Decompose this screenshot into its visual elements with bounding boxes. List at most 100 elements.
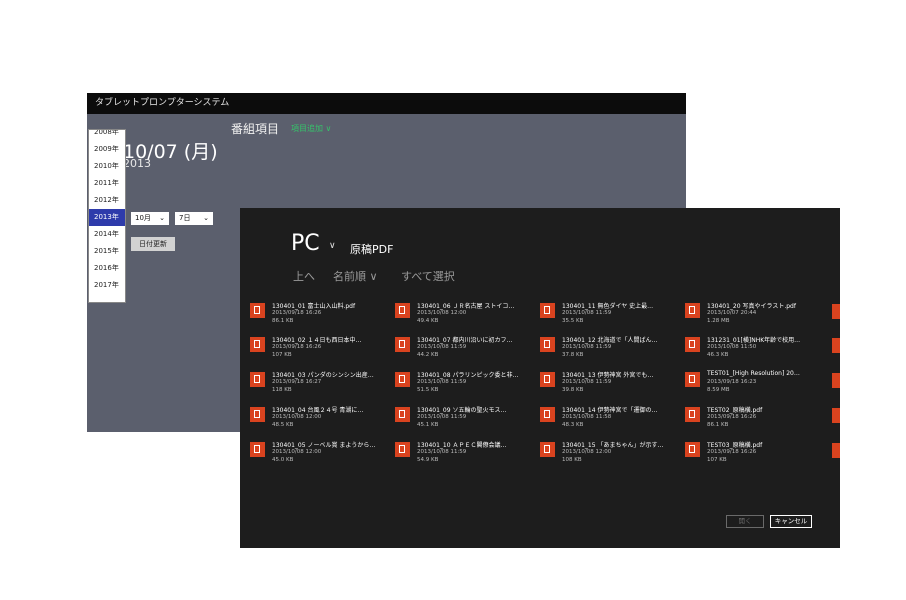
file-item[interactable]: 130401_06 ＪＲ名古屋 ストイコ… 2013/10/08 12:00 49.… [395, 301, 535, 331]
location-title[interactable]: PC [291, 231, 320, 256]
year-option[interactable]: 2015年 [89, 243, 125, 260]
year-option[interactable]: 2011年 [89, 175, 125, 192]
file-item[interactable]: 130401_09 ソ五輪の聖火モス… 2013/10/08 11:59 45.1 … [395, 405, 535, 435]
file-name: TEST01_[High Resolution] 20… [707, 370, 800, 377]
pdf-file-icon [395, 407, 410, 422]
file-date: 2013/10/08 11:59 [417, 449, 467, 455]
file-name: 130401_05 ノーベル賞 まようから… [272, 442, 376, 449]
open-button[interactable]: 開く [726, 515, 764, 528]
file-name: 131231_01[横]NHK年齢で校用… [707, 337, 801, 344]
pdf-file-icon [685, 407, 700, 422]
file-item[interactable]: 130401_10 ＡＰＥＣ閣僚会議… 2013/10/08 11:59 54.9 … [395, 440, 535, 470]
file-item[interactable]: 130401_11 無色ダイヤ 史上最… 2013/10/08 11:59 35.5… [540, 301, 680, 331]
pdf-file-icon[interactable] [832, 304, 840, 319]
file-name: 130401_20 写真やイラスト.pdf [707, 303, 796, 310]
file-date: 2013/10/08 11:58 [562, 414, 612, 420]
file-item[interactable]: 130401_05 ノーベル賞 まようから… 2013/10/08 12:00 45… [250, 440, 390, 470]
file-size: 1.28 MB [707, 318, 730, 324]
year-dropdown-list[interactable]: 2008年 2009年 2010年 2011年 2012年 2013年 2014… [88, 129, 126, 303]
file-date: 2013/10/08 12:00 [562, 449, 612, 455]
chevron-down-icon: ⌄ [203, 214, 209, 222]
chevron-down-icon[interactable]: ∨ [329, 241, 336, 251]
pdf-file-icon[interactable] [832, 338, 840, 353]
pdf-file-icon [685, 372, 700, 387]
pdf-file-icon [395, 442, 410, 457]
file-item[interactable]: 130401_01 富士山入山料.pdf 2013/09/18 16:26 86.1… [250, 301, 390, 331]
pdf-file-icon[interactable] [832, 373, 840, 388]
file-item[interactable]: TEST03_原稿横.pdf 2013/09/18 16:26 107 KB [685, 440, 825, 470]
file-item[interactable]: 130401_14 伊勢神宮で「遷御の… 2013/10/08 11:58 48.3… [540, 405, 680, 435]
month-select[interactable]: 10月 ⌄ [131, 212, 169, 225]
file-item[interactable]: 130401_02 １４日も西日本中… 2013/09/18 16:26 107 K… [250, 335, 390, 365]
year-option[interactable]: 2016年 [89, 260, 125, 277]
year-option[interactable]: 2009年 [89, 141, 125, 158]
file-size: 51.5 KB [417, 387, 439, 393]
file-item[interactable]: TEST02_原稿横.pdf 2013/09/18 16:26 86.1 KB [685, 405, 825, 435]
file-date: 2013/09/18 16:27 [272, 379, 322, 385]
file-size: 45.0 KB [272, 457, 294, 463]
file-name: TEST03_原稿横.pdf [707, 442, 763, 449]
day-select[interactable]: 7日 ⌄ [175, 212, 213, 225]
file-name: 130401_13 伊勢神宮 外宮でも… [562, 372, 654, 379]
program-items-label: 番組項目 [231, 122, 280, 136]
file-name: 130401_15 「あまちゃん」が示す… [562, 442, 664, 449]
file-date: 2013/10/08 12:00 [272, 449, 322, 455]
file-name: 130401_01 富士山入山料.pdf [272, 303, 356, 310]
up-button[interactable]: 上へ [293, 268, 315, 284]
file-item[interactable]: 130401_13 伊勢神宮 外宮でも… 2013/10/08 11:59 39.8… [540, 370, 680, 400]
file-name: 130401_04 台風２４号 青湖に… [272, 407, 364, 414]
year-option[interactable]: 2014年 [89, 226, 125, 243]
pdf-file-icon [540, 337, 555, 352]
year-option[interactable]: 2012年 [89, 192, 125, 209]
pdf-file-icon [685, 337, 700, 352]
file-date: 2013/10/07 20:44 [707, 310, 757, 316]
file-size: 8.59 MB [707, 387, 730, 393]
pdf-file-icon [395, 337, 410, 352]
year-option[interactable]: 2008年 [89, 130, 125, 141]
pdf-file-icon [395, 303, 410, 318]
window-title: タブレットプロンプターシステム [87, 93, 686, 114]
chevron-down-icon: ⌄ [159, 214, 165, 222]
file-name: 130401_08 パラリンピック委と非… [417, 372, 519, 379]
pdf-file-icon [250, 337, 265, 352]
year-display: 2013 [123, 157, 151, 170]
file-item[interactable]: 130401_08 パラリンピック委と非… 2013/10/08 11:59 51.… [395, 370, 535, 400]
file-size: 108 KB [562, 457, 582, 463]
update-date-button[interactable]: 日付更新 [131, 237, 175, 251]
file-item[interactable]: 130401_15 「あまちゃん」が示す… 2013/10/08 12:00 108… [540, 440, 680, 470]
pdf-file-icon [540, 442, 555, 457]
year-option[interactable]: 2010年 [89, 158, 125, 175]
pdf-file-icon [395, 372, 410, 387]
file-date: 2013/09/18 16:26 [707, 414, 757, 420]
cancel-button[interactable]: キャンセル [770, 515, 812, 528]
pdf-file-icon [540, 372, 555, 387]
file-item[interactable]: 130401_12 北海道で「人間ばん… 2013/10/08 11:59 37.8… [540, 335, 680, 365]
file-item[interactable]: 130401_20 写真やイラスト.pdf 2013/10/07 20:44 1.2… [685, 301, 825, 331]
pdf-file-icon [250, 442, 265, 457]
day-value: 7日 [179, 214, 191, 222]
file-item[interactable]: 131231_01[横]NHK年齢で校用… 2013/10/08 11:50 46.… [685, 335, 825, 365]
year-option-selected[interactable]: 2013年 [89, 209, 125, 226]
file-date: 2013/10/08 11:59 [417, 344, 467, 350]
file-size: 86.1 KB [272, 318, 294, 324]
pdf-file-icon [250, 407, 265, 422]
pdf-file-icon [540, 407, 555, 422]
file-item[interactable]: 130401_03 パンダのシンシン出産… 2013/09/18 16:27 118… [250, 370, 390, 400]
select-all-button[interactable]: すべて選択 [401, 268, 455, 284]
file-size: 44.2 KB [417, 352, 439, 358]
year-option[interactable]: 2017年 [89, 277, 125, 294]
pdf-file-icon[interactable] [832, 408, 840, 423]
add-item-link[interactable]: 項目追加 ∨ [291, 123, 331, 134]
pdf-file-icon [250, 372, 265, 387]
file-date: 2013/09/18 16:26 [272, 344, 322, 350]
file-date: 2013/10/08 12:00 [417, 310, 467, 316]
file-item[interactable]: 130401_07 都内川沿いに初カフ… 2013/10/08 11:59 44.2… [395, 335, 535, 365]
sort-button[interactable]: 名前順 ∨ [333, 268, 378, 284]
file-item[interactable]: 130401_04 台風２４号 青湖に… 2013/10/08 12:00 48.5… [250, 405, 390, 435]
file-size: 49.4 KB [417, 318, 439, 324]
file-size: 118 KB [272, 387, 292, 393]
file-name: 130401_06 ＪＲ名古屋 ストイコ… [417, 303, 515, 310]
file-size: 48.5 KB [272, 422, 294, 428]
file-item[interactable]: TEST01_[High Resolution] 20… 2013/09/18 1… [685, 370, 825, 400]
pdf-file-icon[interactable] [832, 443, 840, 458]
